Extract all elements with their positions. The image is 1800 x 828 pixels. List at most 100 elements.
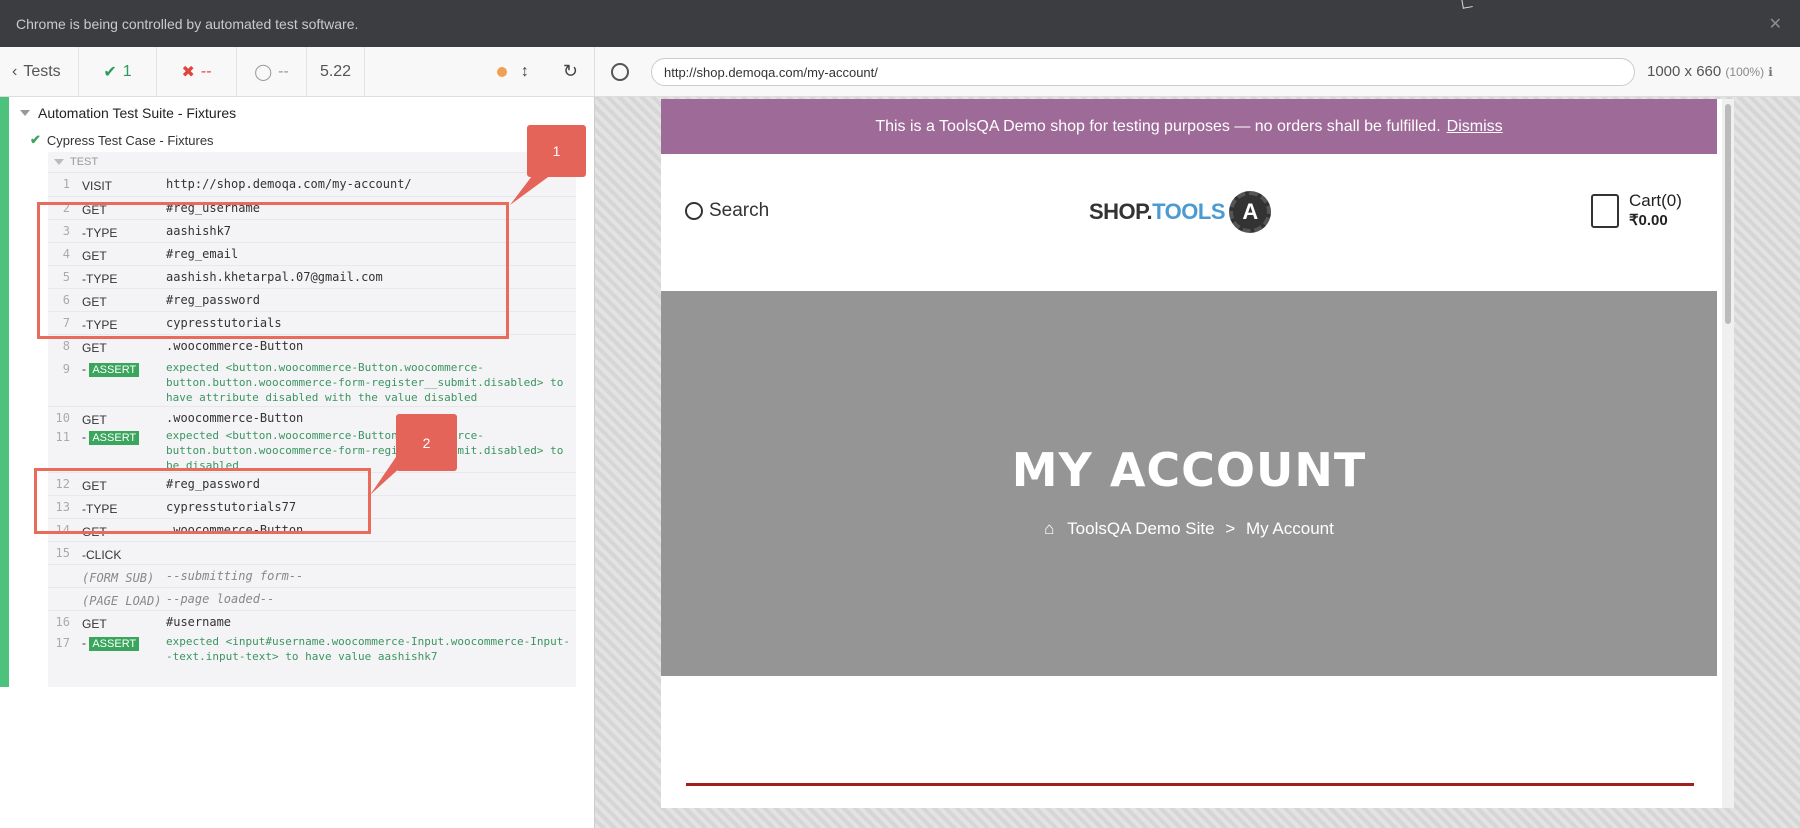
x-icon: ✖ <box>181 63 195 81</box>
search-button[interactable]: Search <box>685 200 769 222</box>
page-title: MY ACCOUNT <box>1011 443 1367 497</box>
assert-badge: - ASSERT <box>82 362 140 377</box>
caret-down-icon <box>54 159 64 165</box>
reporter-controls: ↕ ↻ <box>483 47 594 96</box>
aut-scrollbar[interactable] <box>1722 99 1734 808</box>
reload-icon[interactable]: ↻ <box>563 61 578 82</box>
breadcrumb-home-link[interactable]: ToolsQA Demo Site <box>1067 519 1214 538</box>
close-icon[interactable]: ✕ <box>1769 14 1782 34</box>
command-number: 9 <box>62 362 70 376</box>
failed-value: -- <box>200 62 212 80</box>
tests-label: Tests <box>23 62 61 80</box>
logo-tools-text: TOOLS <box>1152 199 1226 224</box>
scrollbar-thumb[interactable] <box>1725 104 1731 324</box>
command-name: GET <box>82 341 107 355</box>
command-number: 1 <box>62 177 70 191</box>
automation-banner: Chrome is being controlled by automated … <box>0 0 1800 47</box>
selector-playground-icon[interactable] <box>611 63 629 81</box>
annotation-box-1 <box>37 202 509 339</box>
pass-status-strip <box>0 97 9 687</box>
command-message: .woocommerce-Button <box>166 411 304 425</box>
event-name: (PAGE LOAD) <box>82 594 162 608</box>
passed-value: 1 <box>122 62 132 80</box>
pending-circle-icon: ◯ <box>254 63 273 81</box>
section-divider <box>686 783 1694 786</box>
shopping-bag-icon <box>1591 194 1619 228</box>
suite-name: Automation Test Suite - Fixtures <box>38 105 237 121</box>
url-bar[interactable]: http://shop.demoqa.com/my-account/ <box>651 58 1635 86</box>
check-icon: ✔ <box>30 132 41 147</box>
command-name: -CLICK <box>82 548 122 562</box>
command-name: GET <box>82 413 107 427</box>
command-message: .woocommerce-Button <box>166 339 304 353</box>
search-icon <box>685 202 703 220</box>
passed-count: ✔ 1 <box>79 47 157 96</box>
annotation-pointer-1 <box>510 172 555 205</box>
reporter-header: ‹ Tests ✔ 1 ✖ -- ◯ -- 5.22 ↕ ↻ <box>0 47 594 97</box>
home-icon[interactable]: ⌂ <box>1044 519 1054 538</box>
assert-row[interactable]: 9 - ASSERT expected <button.woocommerce-… <box>48 358 576 406</box>
chevron-left-icon: ‹ <box>12 62 18 80</box>
mouse-cursor-icon <box>1461 0 1473 9</box>
gear-icon: A <box>1229 191 1272 233</box>
vertical-arrows-icon[interactable]: ↕ <box>521 63 529 81</box>
assert-badge: - ASSERT <box>82 430 140 445</box>
command-number: 15 <box>55 546 70 560</box>
assert-badge: - ASSERT <box>82 636 140 651</box>
command-name: GET <box>82 617 107 631</box>
test-label-text: TEST <box>70 156 99 168</box>
assert-row[interactable]: 17 - ASSERT expected <input#username.woo… <box>48 632 576 668</box>
viewport-size: 1000 x 660 (100%) ℹ <box>1647 63 1773 80</box>
pending-count: ◯ -- <box>237 47 307 96</box>
cart-total: ₹0.00 <box>1629 212 1668 229</box>
viewport-zoom: (100%) <box>1725 65 1765 79</box>
viewport-dimensions: 1000 x 660 <box>1647 63 1722 80</box>
command-number: 10 <box>55 411 70 425</box>
assert-message: expected <input#username.woocommerce-Inp… <box>166 635 570 663</box>
info-icon[interactable]: ℹ <box>1768 65 1773 79</box>
dismiss-link[interactable]: Dismiss <box>1447 118 1503 136</box>
event-message: --submitting form-- <box>166 569 304 583</box>
test-case-title[interactable]: ✔ Cypress Test Case - Fixtures <box>30 132 214 148</box>
command-message: #username <box>166 615 232 629</box>
demo-notice-text: This is a ToolsQA Demo shop for testing … <box>875 117 1441 135</box>
test-case-name: Cypress Test Case - Fixtures <box>46 132 214 148</box>
command-row[interactable]: 15 -CLICK <box>48 541 576 564</box>
tests-button[interactable]: ‹ Tests <box>0 47 79 96</box>
search-label: Search <box>709 200 770 221</box>
pending-value: -- <box>278 62 289 80</box>
command-number: 16 <box>55 615 70 629</box>
command-row[interactable]: 16 GET #username <box>48 610 576 632</box>
command-row[interactable]: 10 GET .woocommerce-Button <box>48 406 576 427</box>
event-name: (FORM SUB) <box>82 571 155 585</box>
event-row[interactable]: (FORM SUB) --submitting form-- <box>48 564 576 587</box>
breadcrumb: ⌂ ToolsQA Demo Site > My Account <box>661 519 1717 539</box>
failed-count: ✖ -- <box>157 47 237 96</box>
logo-shop-text: SHOP. <box>1089 199 1153 224</box>
page-hero: MY ACCOUNT ⌂ ToolsQA Demo Site > My Acco… <box>661 291 1717 676</box>
aut-header: http://shop.demoqa.com/my-account/ 1000 … <box>594 47 1800 97</box>
event-message: --page loaded-- <box>166 592 275 606</box>
annotation-pointer-2 <box>370 457 412 495</box>
automation-banner-text: Chrome is being controlled by automated … <box>16 15 359 32</box>
duration: 5.22 <box>307 47 365 96</box>
check-icon: ✔ <box>103 63 117 81</box>
command-row[interactable]: 1 VISIT http://shop.demoqa.com/my-accoun… <box>48 172 576 196</box>
breadcrumb-current: My Account <box>1245 519 1334 538</box>
breadcrumb-separator: > <box>1225 519 1236 538</box>
site-logo[interactable]: SHOP. TOOLS A <box>1089 191 1272 233</box>
auto-scroll-indicator-icon[interactable] <box>496 66 507 77</box>
command-number: 17 <box>55 636 70 650</box>
aut-iframe: This is a ToolsQA Demo shop for testing … <box>661 99 1734 808</box>
caret-down-icon <box>20 110 30 116</box>
event-row[interactable]: (PAGE LOAD) --page loaded-- <box>48 587 576 610</box>
test-section-label: TEST <box>54 156 98 168</box>
annotation-box-2 <box>34 468 371 534</box>
assert-message: expected <button.woocommerce-Button.wooc… <box>166 361 564 404</box>
suite-title[interactable]: Automation Test Suite - Fixtures <box>20 105 236 121</box>
command-message: http://shop.demoqa.com/my-account/ <box>166 177 412 191</box>
command-name: VISIT <box>82 179 113 193</box>
assert-row[interactable]: 11 - ASSERT expected <button.woocommerce… <box>48 426 576 472</box>
demo-notice-bar: This is a ToolsQA Demo shop for testing … <box>661 99 1717 154</box>
cart-button[interactable]: Cart(0) ₹0.00 <box>1591 191 1682 231</box>
